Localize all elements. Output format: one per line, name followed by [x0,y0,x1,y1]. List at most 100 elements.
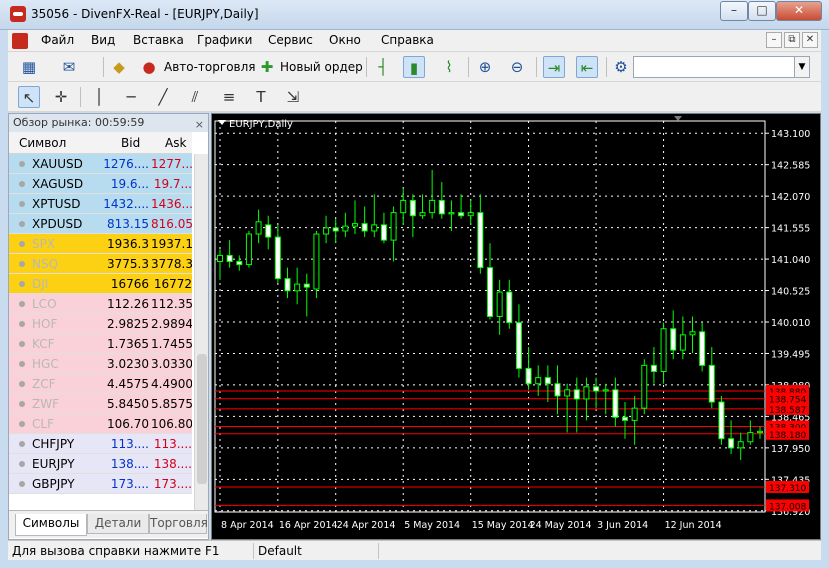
market-watch-row[interactable]: XAGUSD 19.6... 19.7... [9,174,192,194]
autotrading-icon[interactable]: ● [138,56,160,78]
candle-body [718,401,725,440]
candle-body [650,364,657,372]
candle-body [226,254,233,263]
horizontal-line-icon[interactable]: ─ [120,86,142,108]
market-watch-close-icon[interactable]: × [195,116,204,133]
settings-gear-icon[interactable]: ⚙ [610,56,632,78]
toolbar-separator [366,57,367,77]
close-button[interactable]: ✕ [776,1,822,21]
market-watch-row[interactable]: EURJPY 138.... 138.... [9,454,192,474]
zoom-out-icon[interactable]: ⊖ [506,56,528,78]
market-watch-row[interactable]: CHFJPY 113.... 113.... [9,434,192,454]
menu-insert[interactable]: Вставка [133,33,184,47]
chart-shift-icon[interactable]: ⇤ [576,56,598,78]
candle-body [323,227,330,235]
x-tick-label: 24 Apr 2014 [337,520,396,531]
bar-chart-icon[interactable]: ┤ [372,56,394,78]
market-watch-icon[interactable]: ◆ [108,56,130,78]
new-chart-icon[interactable]: ▦ [18,56,40,78]
tab-symbols[interactable]: Символы [15,514,87,536]
cursor-icon[interactable]: ↖ [18,86,40,108]
candle-body [641,364,648,409]
market-watch-row[interactable]: LCO 112.26 112.35 [9,294,192,314]
zoom-in-icon[interactable]: ⊕ [474,56,496,78]
fibonacci-icon[interactable]: ≡ [218,86,240,108]
symbol-ask: 816.05 [151,217,192,231]
chart-window[interactable]: 143.100 142.585 142.070 141.555 141.040 140.5… [211,113,821,540]
market-watch-row[interactable]: SPX 1936.3 1937.1 [9,234,192,254]
column-symbol[interactable]: Символ [19,136,66,150]
candle-body [757,430,763,434]
maximize-button[interactable]: □ [748,1,776,21]
candlestick-chart[interactable]: 143.100 142.585 142.070 141.555 141.040 140.5… [212,114,820,539]
candle-body [583,386,590,400]
minimize-button[interactable]: – [720,1,748,21]
maximize-icon: □ [756,3,768,17]
vertical-line-icon[interactable]: │ [88,86,110,108]
tab-trading[interactable]: Торговля [149,514,208,534]
market-watch-row[interactable]: XAUUSD 1276....1277.... [9,154,192,174]
market-watch-row[interactable]: ZWF 5.8450 5.8575 [9,394,192,414]
market-watch-tabs: Символы Детали Торговля [9,510,208,538]
mdi-minimize-button[interactable]: – [766,32,782,48]
symbol-bid: 112.26 [107,297,149,311]
crosshair-icon[interactable]: ✛ [50,86,72,108]
y-tick-label: 140.010 [771,318,810,329]
candle-body [631,407,638,421]
price-level-label: 138.180 [769,431,806,441]
market-watch-row[interactable]: GBPJPY 173.... 173.... [9,474,192,494]
market-watch-row[interactable]: XPDUSD 813.15 816.05 [9,214,192,234]
symbol-name: LCO [32,297,57,311]
menu-tools[interactable]: Сервис [268,33,313,47]
symbol-status-icon [19,341,25,347]
toolbar-separator [103,57,104,77]
symbol-name: GBPJPY [32,477,75,491]
symbol-name: XAUUSD [32,157,83,171]
symbol-ask: 1.7455 [151,337,192,351]
document-icon[interactable] [12,33,28,49]
menu-view[interactable]: Вид [91,33,115,47]
column-bid[interactable]: Bid [121,136,140,150]
market-watch-row[interactable]: NSQ 3775.3 3778.3 [9,254,192,274]
trendline-icon[interactable]: ╱ [152,86,174,108]
scrollbar-thumb[interactable] [197,354,207,484]
candle-body [506,291,513,324]
auto-scroll-icon[interactable]: ⇥ [543,56,565,78]
new-order-button[interactable]: Новый ордер [280,60,363,74]
market-watch-row[interactable]: ZCF 4.4575 4.4900 [9,374,192,394]
equidistant-channel-icon[interactable]: ⫽ [184,86,206,108]
symbol-status-icon [19,261,25,267]
candle-body [747,432,754,443]
profiles-icon[interactable]: ✉ [58,56,80,78]
candle-body [274,236,281,280]
text-label-icon[interactable]: T [250,86,272,108]
menu-window[interactable]: Окно [329,33,361,47]
symbol-status-icon [19,301,25,307]
price-level-label: 137.008 [769,502,806,512]
new-order-icon[interactable]: ✚ [256,56,278,78]
arrows-icon[interactable]: ⇲ [282,86,304,108]
mdi-restore-button[interactable]: ⧉ [784,32,800,48]
column-ask[interactable]: Ask [165,136,186,150]
mdi-minimize-icon: – [771,34,777,45]
mdi-restore-icon: ⧉ [788,34,796,45]
market-watch-row[interactable]: HGC 3.0230 3.0330 [9,354,192,374]
market-watch-row[interactable]: CLF 106.70 106.80 [9,414,192,434]
market-watch-scrollbar[interactable] [194,154,208,512]
mdi-close-button[interactable]: ✕ [802,32,818,48]
market-watch-row[interactable]: XPTUSD 1432....1436.... [9,194,192,214]
autotrading-button[interactable]: Авто-торговля [164,60,256,74]
tab-details[interactable]: Детали [87,514,149,534]
market-watch-row[interactable]: KCF 1.7365 1.7455 [9,334,192,354]
market-watch-row[interactable]: DJI 16766 16772 [9,274,192,294]
combo-dropdown-arrow[interactable]: ▼ [794,56,810,78]
market-watch-row[interactable]: HOF 2.9825 2.9894 [9,314,192,334]
menu-help[interactable]: Справка [381,33,434,47]
candlestick-chart-icon[interactable]: ▮ [403,56,425,78]
line-chart-icon[interactable]: ⌇ [438,56,460,78]
candle-body [699,331,706,366]
search-combo[interactable] [633,56,796,78]
candle-body [670,328,677,351]
menu-charts[interactable]: Графики [197,33,252,47]
menu-file[interactable]: Файл [41,33,74,47]
